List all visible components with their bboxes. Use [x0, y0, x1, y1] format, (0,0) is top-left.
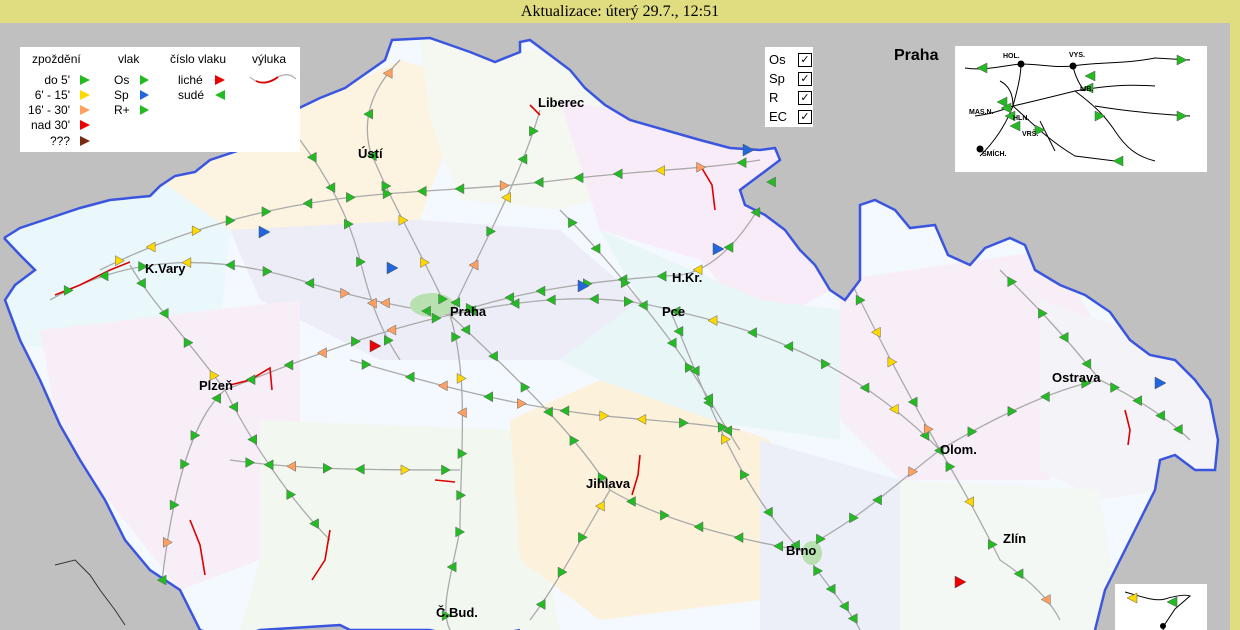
- even-number-icon: [215, 90, 225, 100]
- filter-ec[interactable]: EC ✓: [769, 108, 813, 126]
- station-smich: SMÍCH.: [982, 151, 1007, 158]
- station-hol: HOL.: [1003, 53, 1020, 60]
- legend-number-1: sudé: [178, 88, 205, 102]
- station-hln: HLN.: [1013, 115, 1030, 122]
- delay-red-icon: [80, 120, 90, 130]
- train-r-icon: [140, 105, 149, 115]
- legend-delay-2: 16' - 30': [28, 103, 70, 117]
- legend-train-title: vlak: [118, 52, 140, 66]
- filter-os[interactable]: Os ✓: [769, 51, 813, 69]
- city-olomouc: Olom.: [940, 442, 977, 457]
- legend-train-1: Sp: [114, 88, 129, 102]
- city-zlin: Zlín: [1003, 531, 1027, 546]
- legend-delay-1: 6' - 15': [34, 88, 70, 102]
- filter-os-checkbox[interactable]: ✓: [798, 53, 812, 67]
- station-vys: VYS.: [1069, 52, 1085, 59]
- city-jihlava: Jihlava: [586, 476, 631, 491]
- filter-r-checkbox[interactable]: ✓: [798, 91, 812, 105]
- city-ostrava: Ostrava: [1052, 370, 1101, 385]
- train-os-icon: [140, 75, 149, 85]
- city-praha: Praha: [450, 304, 487, 319]
- brno-inset-map[interactable]: [1115, 584, 1207, 630]
- city-hradec-kralove: H.Kr.: [672, 270, 703, 285]
- city-ceske-budejovice: Č.Bud.: [436, 605, 478, 620]
- city-plzen: Plzeň: [199, 378, 233, 393]
- station-vrs: VRŠ.: [1022, 131, 1039, 138]
- legend-number-title: číslo vlaku: [170, 52, 227, 66]
- praha-inset-map[interactable]: HOL. VYS. LIB. MAS.N. HLN. VRŠ. SMÍCH.: [955, 46, 1207, 172]
- train-sp-icon: [140, 90, 149, 100]
- update-timestamp: Aktualizace: úterý 29.7., 12:51: [0, 0, 1240, 23]
- delay-unknown-icon: [80, 136, 90, 146]
- legend: zpoždění vlak číslo vlaku výluka do 5' 6…: [20, 47, 300, 152]
- delay-yellow-icon: [80, 90, 90, 100]
- station-masn: MAS.N.: [969, 109, 994, 116]
- right-frame: [1230, 23, 1240, 630]
- city-brno: Brno: [786, 543, 817, 558]
- filter-ec-checkbox[interactable]: ✓: [798, 110, 812, 124]
- delay-green-icon: [80, 75, 90, 85]
- city-usti: Ústí: [358, 146, 383, 161]
- train-type-filters: Os ✓ Sp ✓ R ✓ EC ✓: [765, 47, 813, 127]
- legend-delay-3: nad 30': [31, 118, 70, 132]
- filter-r[interactable]: R ✓: [769, 89, 813, 107]
- train-marker[interactable]: [766, 176, 776, 188]
- legend-number-0: liché: [178, 73, 203, 87]
- legend-train-2: R+: [114, 103, 130, 117]
- station-lib: LIB.: [1080, 86, 1094, 93]
- legend-delay-0: do 5': [44, 73, 70, 87]
- legend-delay-title: zpoždění: [32, 52, 81, 66]
- odd-number-icon: [215, 75, 225, 85]
- foreign-rail: [54, 559, 126, 626]
- legend-closure-title: výluka: [252, 52, 287, 66]
- delay-orange-icon: [80, 105, 90, 115]
- legend-delay-4: ???: [49, 134, 70, 148]
- closure-sample-icon: [249, 74, 297, 84]
- legend-train-0: Os: [114, 73, 130, 87]
- filter-sp[interactable]: Sp ✓: [769, 70, 813, 88]
- filter-sp-checkbox[interactable]: ✓: [798, 72, 812, 86]
- praha-inset-title: Praha: [894, 47, 939, 64]
- city-karlovy-vary: K.Vary: [145, 261, 186, 276]
- city-pardubice: Pce: [662, 304, 686, 319]
- city-liberec: Liberec: [538, 95, 585, 110]
